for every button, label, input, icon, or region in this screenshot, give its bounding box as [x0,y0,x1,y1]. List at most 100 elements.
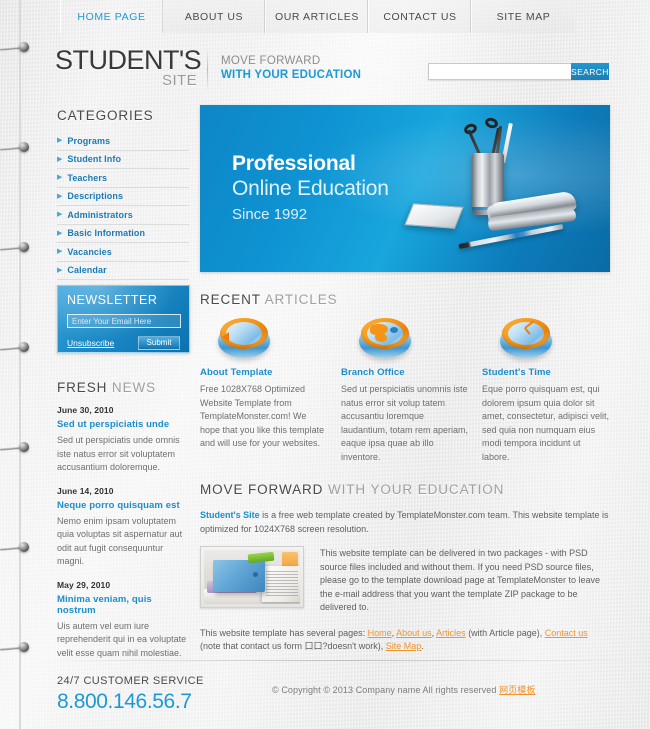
site-logo[interactable]: STUDENT'S SITE [55,46,203,88]
sep: . [421,641,424,651]
sidebar-item-label: Student Info [67,154,122,165]
link-contact-us[interactable]: Contact us [545,628,588,638]
nav-item-home-page[interactable]: HOME PAGE [60,0,163,33]
move-forward-brand: Student's Site [200,510,260,520]
sidebar-item-student-info[interactable]: ▶ Student Info [57,151,189,169]
fresh-news-title: FRESH NEWS [57,380,192,395]
move-forward-paragraph: This website template can be delivered i… [320,548,601,612]
article-card: About Template Free 1028X768 Optimized W… [200,318,328,464]
fresh-news-section: FRESH NEWS June 30, 2010 Sed ut perspici… [57,380,192,660]
sidebar-item-vacancies[interactable]: ▶ Vacancies [57,243,189,262]
nav-item-contact-us[interactable]: CONTACT US [369,0,472,33]
news-date: June 14, 2010 [57,485,114,496]
sidebar-item-label: Descriptions [67,191,124,202]
sep: (note that contact us form 口口?doesn't wo… [200,641,386,651]
binding-ring-icon [0,542,34,555]
fresh-news-title-light: NEWS [111,380,157,395]
nav-item-our-articles[interactable]: OUR ARTICLES [266,0,369,33]
hero-banner[interactable]: Professional Online Education Since 1992 [200,105,610,272]
recent-articles-section: RECENT ARTICLES About Template Free 1028… [200,292,610,464]
site-header: STUDENT'S SITE MOVE FORWARD WITH YOUR ED… [55,46,609,94]
binding-ring-icon [0,342,34,355]
link-about-us[interactable]: About us [396,628,432,638]
news-body: Sed ut perspiciatis unde omnis iste natu… [57,435,180,472]
categories-list: ▶ Programs ▶ Student Info ▶ Teachers ▶ D… [57,132,189,280]
news-headline-link[interactable]: Minima veniam, quis nostrum [57,594,192,616]
move-forward-row: This website template can be delivered i… [200,546,610,615]
copyright-text: © Copyright © 2013 Company name All righ… [272,683,535,696]
copyright-link[interactable]: 网页模板 [499,685,535,695]
logo-primary-text: STUDENT'S [55,45,202,75]
move-forward-section: MOVE FORWARD WITH YOUR EDUCATION Student… [200,482,610,654]
sidebar-item-teachers[interactable]: ▶ Teachers [57,169,189,188]
article-card-title-link[interactable]: About Template [200,367,328,378]
fresh-news-title-strong: FRESH [57,380,108,395]
binding-spine [19,0,21,729]
refresh-disc-icon[interactable] [218,318,270,360]
chevron-right-icon: ▶ [57,192,63,200]
sidebar-item-label: Basic Information [67,228,146,239]
news-item: May 29, 2010 Minima veniam, quis nostrum… [57,580,192,661]
binding-ring-icon [0,42,34,55]
chevron-right-icon: ▶ [57,266,63,274]
nav-item-site-map[interactable]: SITE MAP [472,0,575,33]
nav-item-about-us[interactable]: ABOUT US [163,0,266,33]
news-date: May 29, 2010 [57,579,111,590]
news-date: June 30, 2010 [57,405,114,415]
sidebar-item-descriptions[interactable]: ▶ Descriptions [57,188,189,206]
sep: (with Article page), [465,627,545,638]
article-card-body: Sed ut perspiciatis unomnis iste natus e… [341,384,469,462]
chevron-right-icon: ▶ [57,137,63,145]
news-headline-link[interactable]: Sed ut perspiciatis unde [57,419,192,430]
hero-banner-text: Professional Online Education Since 1992 [232,151,389,226]
footer-divider [34,660,650,661]
chevron-right-icon: ▶ [57,248,63,256]
chevron-right-icon: ▶ [57,211,63,219]
clock-disc-icon[interactable] [500,318,552,360]
link-articles[interactable]: Articles [436,628,466,638]
binding-ring-icon [0,242,34,255]
hero-line-3: Since 1992 [232,206,308,223]
move-forward-title-light: WITH YOUR EDUCATION [327,482,505,497]
tagline-line-1: MOVE FORWARD [221,55,321,67]
site-footer: 24/7 CUSTOMER SERVICE 8.800.146.56.7 © C… [57,674,617,719]
hero-line-1: Professional [232,152,356,175]
newsletter-submit-button[interactable]: Submit [138,335,180,350]
move-forward-footer-prefix: This website template has several pages: [200,627,368,638]
newsletter-actions: Unsubscribe Submit [67,335,180,350]
move-forward-title: MOVE FORWARD WITH YOUR EDUCATION [200,482,610,497]
newsletter-email-input[interactable] [67,314,181,328]
search-button[interactable]: SEARCH [571,63,609,80]
article-card-body: Free 1028X768 Optimized Website Template… [200,384,325,448]
news-item: June 30, 2010 Sed ut perspiciatis unde S… [57,405,192,475]
search-box: SEARCH [428,63,609,80]
sidebar-item-calendar[interactable]: ▶ Calendar [57,262,189,280]
move-forward-intro: Student's Site is a free web template cr… [200,509,610,536]
search-input[interactable] [428,63,571,80]
chevron-right-icon: ▶ [57,155,63,163]
sidebar-item-label: Programs [67,135,111,146]
sidebar-item-label: Teachers [67,172,108,183]
article-card-title-link[interactable]: Branch Office [341,367,469,378]
categories-title: CATEGORIES [57,108,154,123]
sidebar-item-basic-information[interactable]: ▶ Basic Information [57,225,189,243]
binders-and-papers-photo [200,546,304,608]
article-card: Student's Time Eque porro quisquam est, … [482,318,610,464]
notepad-icon [404,203,464,229]
link-home[interactable]: Home [368,628,392,638]
chevron-right-icon: ▶ [57,174,63,182]
article-card-title-link[interactable]: Student's Time [482,367,610,378]
sidebar-item-programs[interactable]: ▶ Programs [57,132,189,151]
unsubscribe-link[interactable]: Unsubscribe [67,338,114,348]
main-navigation: HOME PAGE ABOUT US OUR ARTICLES CONTACT … [60,0,650,33]
sidebar-item-administrators[interactable]: ▶ Administrators [57,206,189,225]
header-divider [207,48,208,92]
link-site-map[interactable]: Site Map [386,641,422,651]
globe-disc-icon[interactable] [359,318,411,360]
newsletter-title: NEWSLETTER [67,293,158,307]
move-forward-footer: This website template has several pages:… [200,627,610,654]
spiral-binding [0,0,34,729]
recent-articles-title-light: ARTICLES [264,292,338,307]
news-headline-link[interactable]: Neque porro quisquam est [57,500,192,511]
logo-secondary-text: SITE [162,72,197,89]
